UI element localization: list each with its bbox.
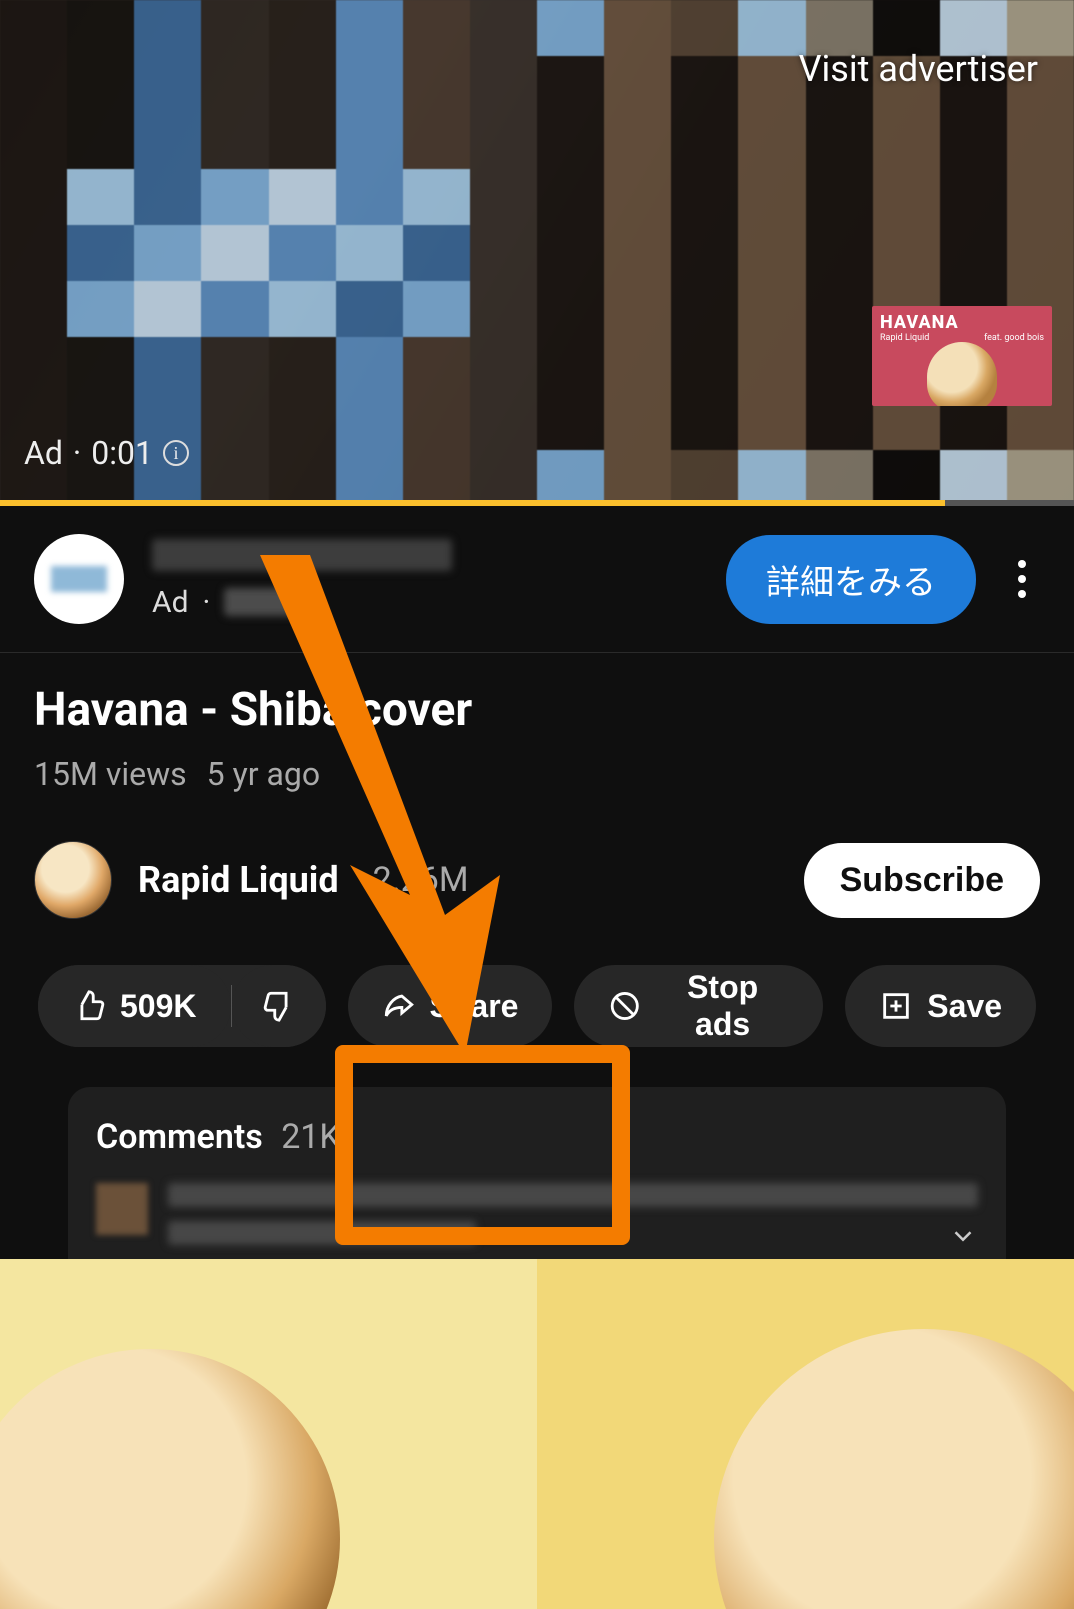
ad-cta-button[interactable]: 詳細をみる <box>726 535 976 624</box>
commenter-avatar <box>96 1183 148 1235</box>
ad-text: Ad · <box>152 539 698 620</box>
comments-count: 21K <box>281 1117 341 1157</box>
video-age: 5 yr ago <box>207 755 320 793</box>
like-dislike-group: 509K <box>38 965 326 1047</box>
ad-timer: Ad · 0:01 i <box>24 434 189 472</box>
ad-label: Ad <box>152 585 189 620</box>
ad-sep: · <box>73 434 81 472</box>
action-chip-row: 509K Share Stop ads Save <box>34 965 1040 1047</box>
video-player[interactable]: Visit advertiser HAVANA Rapid Liquid fea… <box>0 0 1074 506</box>
more-options-icon[interactable] <box>1004 560 1040 598</box>
chevron-down-icon[interactable] <box>948 1221 978 1251</box>
ad-banner: Ad · 詳細をみる <box>0 506 1074 653</box>
comments-label: Comments <box>96 1117 263 1157</box>
ad-sep: · <box>203 585 211 620</box>
channel-subs: 2.26M <box>373 860 469 900</box>
share-label: Share <box>430 988 519 1025</box>
comment-line-blurred <box>168 1221 476 1245</box>
comment-line-blurred <box>168 1183 978 1207</box>
upnext-title: HAVANA <box>880 312 1044 333</box>
stop-ads-label: Stop ads <box>656 969 789 1043</box>
thumbs-up-icon <box>72 989 106 1023</box>
ad-label: Ad <box>24 434 63 472</box>
suggested-thumb[interactable] <box>0 1259 537 1609</box>
ad-headline-blurred <box>152 539 452 571</box>
ad-progress-bar[interactable] <box>0 500 1074 506</box>
ad-progress-fill <box>0 500 945 506</box>
save-label: Save <box>927 988 1002 1025</box>
share-button[interactable]: Share <box>348 965 553 1047</box>
visit-advertiser-link[interactable]: Visit advertiser <box>799 48 1038 90</box>
video-meta: Havana - Shiba cover 15M views 5 yr ago … <box>0 653 1074 1299</box>
dislike-button[interactable] <box>232 965 326 1047</box>
ad-source-blurred <box>224 588 304 616</box>
upnext-left: Rapid Liquid <box>880 333 929 343</box>
share-icon <box>382 989 416 1023</box>
stop-ads-button[interactable]: Stop ads <box>574 965 823 1047</box>
thumbs-down-icon <box>262 989 296 1023</box>
channel-row: Rapid Liquid 2.26M Subscribe <box>34 841 1040 919</box>
suggested-videos <box>0 1259 1074 1609</box>
save-icon <box>879 989 913 1023</box>
suggested-thumb[interactable] <box>537 1259 1074 1609</box>
like-count: 509K <box>120 988 197 1025</box>
view-count: 15M views <box>34 755 187 793</box>
like-button[interactable]: 509K <box>38 965 231 1047</box>
subscribe-button[interactable]: Subscribe <box>804 843 1040 918</box>
advertiser-logo[interactable] <box>34 534 124 624</box>
save-button[interactable]: Save <box>845 965 1036 1047</box>
info-icon[interactable]: i <box>163 440 189 466</box>
block-icon <box>608 989 642 1023</box>
ad-time: 0:01 <box>91 434 153 472</box>
channel-name[interactable]: Rapid Liquid <box>138 859 339 901</box>
comment-preview <box>96 1183 978 1259</box>
dog-icon <box>927 342 997 406</box>
upnext-thumbnail[interactable]: HAVANA Rapid Liquid feat. good bois <box>872 306 1052 406</box>
channel-avatar[interactable] <box>34 841 112 919</box>
upnext-right: feat. good bois <box>984 333 1044 343</box>
video-title: Havana - Shiba cover <box>34 683 1040 737</box>
